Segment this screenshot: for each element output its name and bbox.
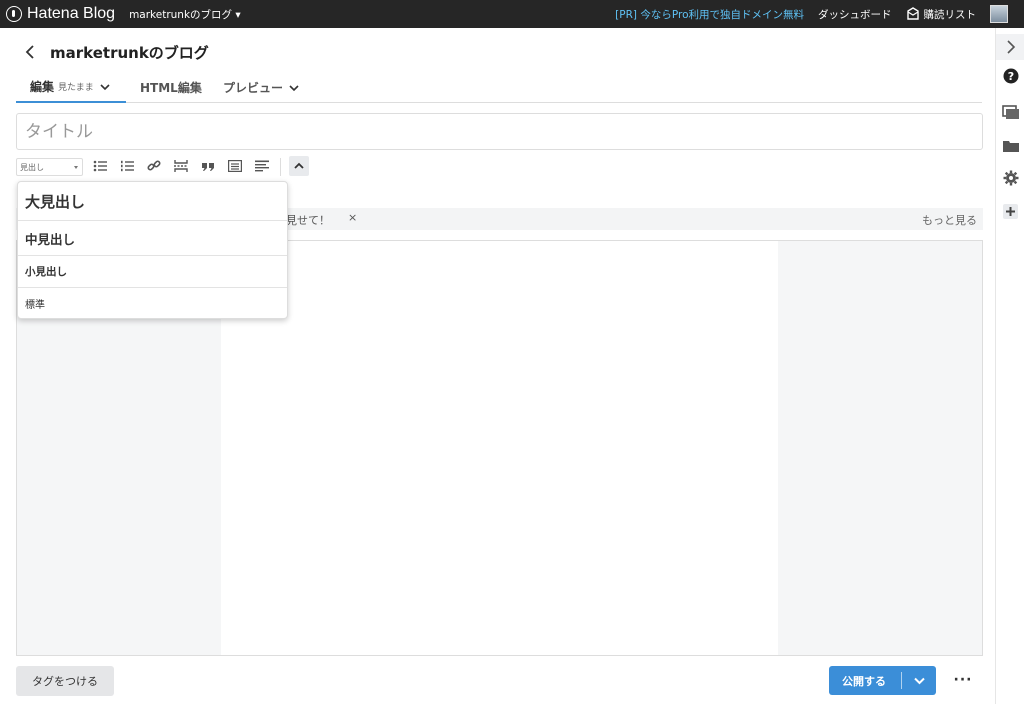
read-more-icon — [174, 160, 188, 172]
link-button[interactable] — [144, 156, 164, 176]
photo-icon — [1001, 105, 1019, 119]
avatar[interactable] — [990, 5, 1008, 23]
pr-link[interactable]: [PR] 今ならPro利用で独自ドメイン無料 — [615, 7, 804, 22]
top-nav-bar: Hatena Blog marketrunkのブログ ▾ [PR] 今ならPro… — [0, 0, 1024, 28]
editor-body[interactable] — [221, 241, 778, 655]
text-block-icon — [255, 160, 269, 172]
hatena-logo-icon — [6, 6, 22, 22]
editor-toolbar: 見出し — [16, 156, 316, 178]
hatena-blog-logo[interactable]: Hatena Blog — [6, 5, 115, 23]
heading-option-small[interactable]: 小見出し — [18, 256, 287, 288]
logo-text: Hatena Blog — [27, 5, 116, 22]
page-title: marketrunkのブログ — [50, 44, 209, 62]
folder-icon — [1002, 141, 1019, 152]
collapse-toolbar-button[interactable] — [289, 156, 309, 176]
see-more-link[interactable]: もっと見る — [922, 212, 977, 228]
chevron-down-icon — [913, 677, 925, 684]
editor-mode-tabs: 編集 見たまま HTML編集 プレビュー — [16, 72, 982, 103]
bullet-list-icon — [93, 160, 107, 172]
dashboard-link[interactable]: ダッシュボード — [818, 7, 892, 22]
heading-dropdown-menu: 大見出し 中見出し 小見出し 標準 — [17, 181, 288, 319]
tab-html[interactable]: HTML編集 — [140, 72, 202, 103]
tab-label: プレビュー — [223, 81, 284, 95]
heading-option-medium[interactable]: 中見出し — [18, 221, 287, 256]
heading-select[interactable]: 見出し — [16, 158, 83, 176]
collapse-sidebar-button[interactable] — [996, 34, 1024, 60]
chevron-down-icon — [100, 83, 110, 90]
quote-button[interactable] — [198, 156, 218, 176]
table-of-contents-button[interactable] — [225, 156, 245, 176]
publish-button[interactable]: 公開する — [829, 673, 901, 689]
back-button[interactable] — [20, 42, 40, 62]
reader-icon — [906, 7, 919, 20]
svg-text:?: ? — [1007, 70, 1013, 83]
help-button[interactable]: ? — [996, 64, 1024, 88]
title-input[interactable] — [16, 113, 983, 150]
tab-preview[interactable]: プレビュー — [223, 72, 299, 103]
table-of-contents-icon — [228, 160, 242, 173]
add-tags-button[interactable]: タグをつける — [16, 666, 114, 696]
tab-sublabel: 見たまま — [58, 83, 94, 93]
read-more-button[interactable] — [171, 156, 191, 176]
heading-select-value: 見出し — [20, 162, 44, 172]
heading-option-normal[interactable]: 標準 — [18, 288, 287, 319]
tab-label: 編集 — [30, 80, 55, 94]
numbered-list-icon — [121, 160, 134, 172]
tab-label: HTML編集 — [140, 81, 202, 95]
folder-button[interactable] — [996, 134, 1024, 158]
chevron-up-icon — [294, 162, 304, 169]
heading-option-large[interactable]: 大見出し — [18, 182, 287, 221]
link-icon — [147, 160, 161, 171]
chevron-left-icon — [25, 45, 34, 59]
photo-button[interactable] — [996, 100, 1024, 124]
blog-selector[interactable]: marketrunkのブログ ▾ — [129, 7, 241, 22]
reader-list-link[interactable]: 購読リスト — [906, 7, 977, 22]
numbered-list-button[interactable] — [117, 156, 137, 176]
bullet-list-button[interactable] — [90, 156, 110, 176]
suggestion-text[interactable]: 見せて！ — [286, 212, 330, 228]
chevron-right-icon — [1006, 40, 1015, 54]
publish-options-button[interactable] — [902, 666, 936, 695]
insert-template-button[interactable] — [252, 156, 272, 176]
chevron-down-icon — [289, 84, 299, 91]
right-sidebar: ? — [995, 28, 1024, 704]
help-icon: ? — [1003, 68, 1018, 84]
close-suggestion-button[interactable]: × — [348, 211, 357, 224]
reader-label: 購読リスト — [923, 8, 977, 21]
more-options-button[interactable]: ··· — [952, 672, 974, 688]
plus-icon — [1003, 203, 1018, 219]
add-button[interactable] — [996, 199, 1024, 223]
settings-button[interactable] — [996, 166, 1024, 190]
tab-wysiwyg[interactable]: 編集 見たまま — [16, 72, 126, 103]
toolbar-divider — [280, 158, 281, 176]
caret-down-icon — [74, 166, 78, 169]
gear-icon — [1003, 170, 1018, 186]
publish-button-group: 公開する — [829, 666, 936, 695]
quote-icon — [202, 163, 214, 171]
